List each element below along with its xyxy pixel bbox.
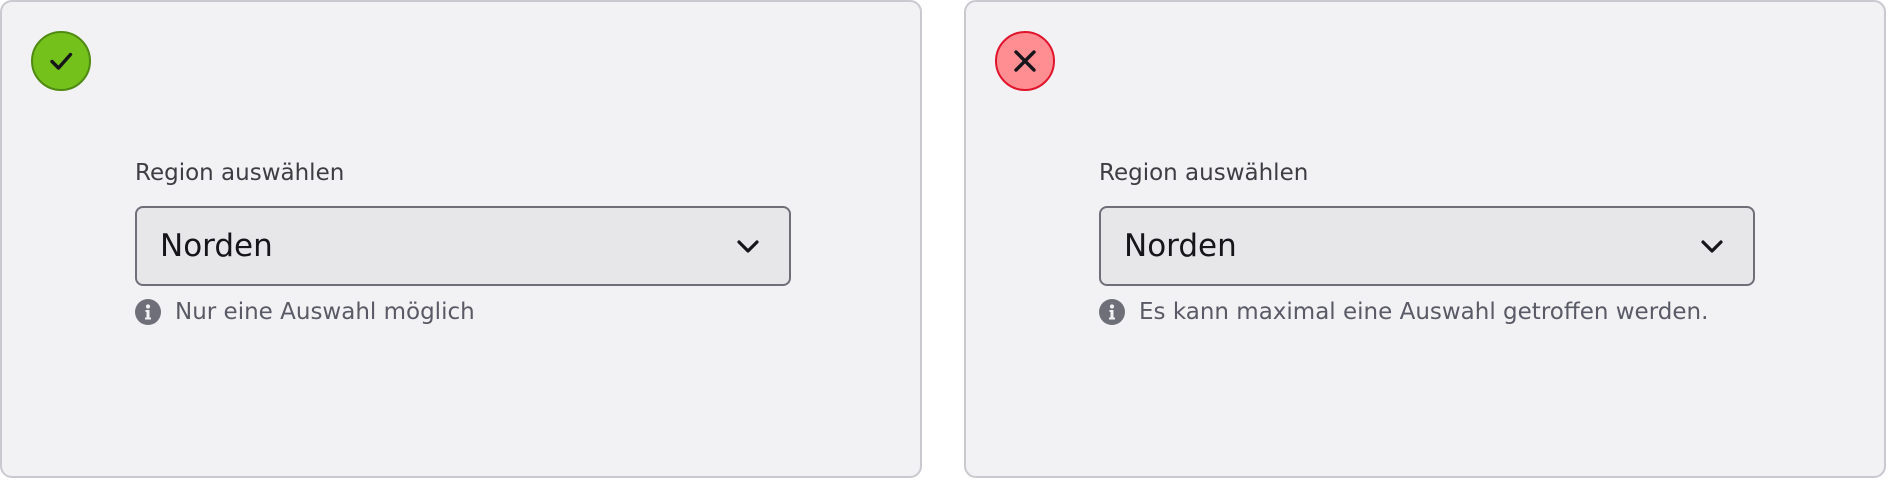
field-label: Region auswählen — [1099, 160, 1309, 186]
error-status-badge — [995, 31, 1055, 91]
region-select-field: Region auswählen Norden Nur eine Auswahl… — [135, 157, 791, 328]
chevron-down-icon — [735, 233, 761, 259]
select-value: Norden — [160, 228, 273, 264]
region-select-field: Region auswählen Norden Es kann maximal … — [1099, 157, 1755, 328]
field-label: Region auswählen — [135, 160, 345, 186]
success-status-badge — [31, 31, 91, 91]
close-icon — [1014, 50, 1036, 72]
hint-message: Es kann maximal eine Auswahl getroffen w… — [1099, 296, 1755, 328]
info-icon — [1099, 299, 1125, 325]
hint-text: Es kann maximal eine Auswahl getroffen w… — [1139, 299, 1709, 325]
region-select[interactable]: Norden — [135, 206, 791, 286]
hint-message: Nur eine Auswahl möglich — [135, 296, 791, 328]
info-icon — [135, 299, 161, 325]
good-example-panel: Region auswählen Norden Nur eine Auswahl… — [0, 0, 922, 478]
hint-text: Nur eine Auswahl möglich — [175, 299, 475, 325]
region-select[interactable]: Norden — [1099, 206, 1755, 286]
check-icon — [50, 52, 73, 70]
bad-example-panel: Region auswählen Norden Es kann maximal … — [964, 0, 1886, 478]
select-value: Norden — [1124, 228, 1237, 264]
chevron-down-icon — [1699, 233, 1725, 259]
